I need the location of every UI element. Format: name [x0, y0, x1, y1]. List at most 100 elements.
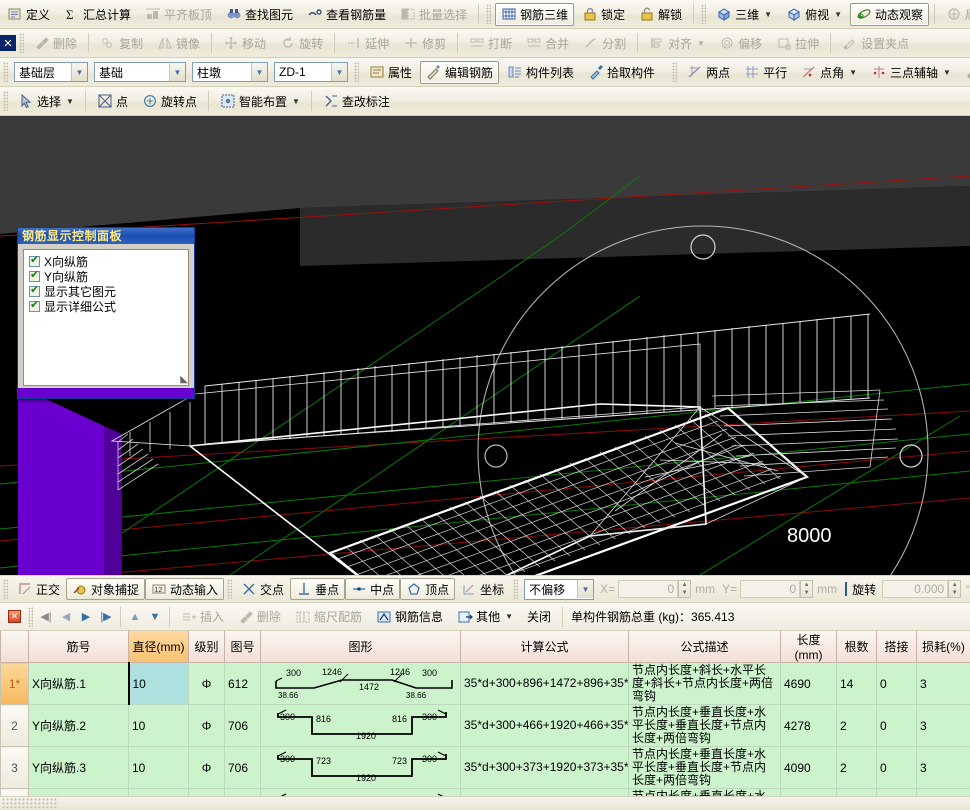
- column-header-loss[interactable]: 损耗(%): [917, 631, 970, 663]
- nav-up-button[interactable]: ▲: [125, 607, 145, 627]
- rebar-display-option[interactable]: 显示其它图元: [29, 284, 183, 299]
- cell-lap[interactable]: 0: [877, 663, 917, 705]
- y-stepper[interactable]: ▲▼: [800, 580, 813, 598]
- cell-pattern[interactable]: 612: [225, 663, 261, 705]
- column-header-level[interactable]: 级别: [189, 631, 225, 663]
- prop-edit-rebar-button[interactable]: 编辑钢筋: [420, 61, 499, 84]
- chevron-down-icon[interactable]: ▼: [943, 68, 951, 77]
- cell-loss[interactable]: 3: [917, 705, 970, 747]
- checkbox-checked-icon[interactable]: [29, 301, 40, 312]
- checkbox-checked-icon[interactable]: [29, 286, 40, 297]
- y-input[interactable]: 0: [740, 580, 800, 598]
- cell-count[interactable]: 2: [837, 747, 877, 789]
- chevron-down-icon[interactable]: ▼: [577, 580, 593, 598]
- table-row[interactable]: 2Y向纵筋.210Φ706300816192081630035*d+300+46…: [1, 705, 970, 747]
- rebar-display-option[interactable]: Y向纵筋: [29, 269, 183, 284]
- chevron-down-icon[interactable]: ▼: [697, 39, 705, 48]
- cell-description[interactable]: 节点内长度+垂直长度+水平长度+垂直长度+节点内长度+两倍弯钩: [629, 705, 781, 747]
- axis-point-angle-button[interactable]: 点角▼: [795, 61, 863, 84]
- rotate-checkbox[interactable]: [845, 582, 847, 596]
- chevron-down-icon[interactable]: ▼: [331, 63, 347, 81]
- draw-cursor-button[interactable]: 选择▼: [12, 90, 80, 113]
- component-type-select[interactable]: 柱墩▼: [192, 62, 268, 82]
- cell-shape-diagram[interactable]: 3007231920723300: [261, 747, 461, 789]
- cell-pattern[interactable]: 706: [225, 705, 261, 747]
- cell-shape-diagram[interactable]: 3008161920816300: [261, 705, 461, 747]
- axis-three-point-axis-button[interactable]: 三点辅轴▼: [865, 61, 957, 84]
- draw-check-annotation-button[interactable]: 查改标注: [317, 90, 396, 113]
- chevron-down-icon[interactable]: ▼: [849, 68, 857, 77]
- cell-formula[interactable]: 35*d+300+896+1472+896+35*d+300+12.5*d: [461, 663, 629, 705]
- cell-diameter[interactable]: 10: [129, 705, 189, 747]
- chevron-down-icon[interactable]: ▼: [505, 612, 513, 621]
- column-header-diameter[interactable]: 直径(mm): [129, 631, 189, 663]
- draw-smart-layout-button[interactable]: 智能布置▼: [214, 90, 306, 113]
- column-header-formula[interactable]: 计算公式: [461, 631, 629, 663]
- rebar-table-container[interactable]: 筋号直径(mm)级别图号图形计算公式公式描述长度(mm)根数搭接损耗(%) 1*…: [0, 631, 970, 810]
- rebar-display-option[interactable]: 显示详细公式: [29, 299, 183, 314]
- row-number[interactable]: 1*: [1, 663, 29, 705]
- x-input[interactable]: 0: [618, 580, 678, 598]
- column-header-shape[interactable]: 图形: [261, 631, 461, 663]
- column-header-pattern[interactable]: 图号: [225, 631, 261, 663]
- close-icon[interactable]: ✕: [0, 35, 16, 51]
- checkbox-checked-icon[interactable]: [29, 256, 40, 267]
- rotate-stepper[interactable]: ▲▼: [948, 580, 961, 598]
- chevron-down-icon[interactable]: ▼: [834, 10, 842, 19]
- snap-mode-dyninput[interactable]: 12动态输入: [145, 578, 224, 600]
- chevron-down-icon[interactable]: ▼: [292, 97, 300, 106]
- rebar-display-control-panel[interactable]: 钢筋显示控制面板 X向纵筋Y向纵筋显示其它图元显示详细公式 ◣: [17, 227, 195, 399]
- component-select[interactable]: ZD-1▼: [274, 62, 348, 82]
- chevron-down-icon[interactable]: ▼: [169, 63, 185, 81]
- cell-description[interactable]: 节点内长度+斜长+水平长度+斜长+节点内长度+两倍弯钩: [629, 663, 781, 705]
- cell-count[interactable]: 14: [837, 663, 877, 705]
- chevron-down-icon[interactable]: ▼: [71, 63, 87, 81]
- table-row[interactable]: 3Y向纵筋.310Φ706300723192072330035*d+300+37…: [1, 747, 970, 789]
- 3d-viewport[interactable]: 8000 Z 3 钢筋显示控制面板 X向纵筋Y向纵筋显示其它图元显示详细公式 ◣: [0, 116, 970, 575]
- snap-midpoint[interactable]: 中点: [345, 578, 400, 600]
- cell-loss[interactable]: 3: [917, 747, 970, 789]
- draw-point-button[interactable]: 点: [91, 90, 134, 113]
- main-view-rebar-button[interactable]: 查看钢筋量: [301, 3, 392, 26]
- main-define-button[interactable]: 定义: [1, 3, 56, 26]
- main-cube-button[interactable]: 三维▼: [710, 3, 778, 26]
- axis-parallel-button[interactable]: 平行: [738, 61, 793, 84]
- axis-delete-axis-button[interactable]: 删除辅轴: [959, 61, 970, 84]
- editbar-close-panel-button[interactable]: 关闭: [521, 605, 557, 628]
- cell-formula[interactable]: 35*d+300+466+1920+466+35*d+300+12.5*d: [461, 705, 629, 747]
- column-header-length[interactable]: 长度(mm): [781, 631, 837, 663]
- column-header-lap[interactable]: 搭接: [877, 631, 917, 663]
- offset-mode-select[interactable]: 不偏移 ▼: [524, 579, 594, 600]
- draw-rotate-point-button[interactable]: 旋转点: [136, 90, 203, 113]
- editbar-other-button[interactable]: 其他▼: [451, 605, 519, 628]
- table-row[interactable]: 1*X向纵筋.110Φ61230012461472124630038.6638.…: [1, 663, 970, 705]
- x-stepper[interactable]: ▲▼: [678, 580, 691, 598]
- nav-first-button[interactable]: ◀|: [36, 607, 56, 627]
- chevron-down-icon[interactable]: ▼: [66, 97, 74, 106]
- column-header-rownum[interactable]: [1, 631, 29, 663]
- nav-next-button[interactable]: ▶: [76, 607, 96, 627]
- snap-vertex[interactable]: 顶点: [400, 578, 455, 600]
- nav-down-button[interactable]: ▼: [145, 607, 165, 627]
- main-topview-button[interactable]: 俯视▼: [780, 3, 848, 26]
- cell-length[interactable]: 4278: [781, 705, 837, 747]
- floor-select[interactable]: 基础层▼: [14, 62, 88, 82]
- cell-length[interactable]: 4690: [781, 663, 837, 705]
- main-sigma-button[interactable]: Σ汇总计算: [58, 3, 137, 26]
- cell-loss[interactable]: 3: [917, 663, 970, 705]
- snap-mode-ortho[interactable]: 正交: [11, 578, 66, 600]
- cell-diameter[interactable]: 10: [129, 663, 189, 705]
- chevron-down-icon[interactable]: ▼: [251, 63, 267, 81]
- snap-mode-osnap[interactable]: 对象捕捉: [66, 578, 145, 600]
- axis-two-point-button[interactable]: 两点: [681, 61, 736, 84]
- editbar-rebar-info-button[interactable]: 钢筋信息: [370, 605, 449, 628]
- snap-intersection[interactable]: 交点: [235, 578, 290, 600]
- cell-lap[interactable]: 0: [877, 747, 917, 789]
- prop-component-list-button[interactable]: 构件列表: [501, 61, 580, 84]
- cell-shape-diagram[interactable]: 30012461472124630038.6638.66: [261, 663, 461, 705]
- cell-diameter[interactable]: 10: [129, 747, 189, 789]
- resize-grip-icon[interactable]: ◣: [180, 374, 188, 385]
- cell-lap[interactable]: 0: [877, 705, 917, 747]
- cell-level[interactable]: Φ: [189, 663, 225, 705]
- nav-prev-button[interactable]: ◀: [56, 607, 76, 627]
